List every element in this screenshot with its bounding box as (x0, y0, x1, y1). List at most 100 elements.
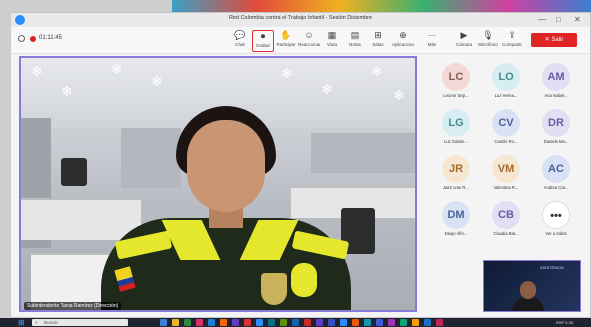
minimize-button[interactable]: — (538, 14, 546, 26)
windows-start-icon[interactable]: ⊞ (18, 318, 28, 327)
participant-tile[interactable]: AC Andrea Cat... (532, 155, 580, 195)
toolbar-microphone[interactable]: 🎙 Micrófono (477, 30, 499, 52)
app-icon[interactable] (352, 319, 359, 326)
snowflake-decoration-icon: ❄ (393, 87, 405, 103)
app-icon[interactable] (364, 319, 371, 326)
app-icon[interactable] (412, 319, 419, 326)
teams-icon[interactable] (316, 319, 323, 326)
app-icon[interactable] (244, 319, 251, 326)
participant-tile[interactable]: DR Daniela Ma... (532, 109, 580, 149)
participant-tile[interactable]: VM Valentina R... (482, 155, 530, 195)
app-icon[interactable] (184, 319, 191, 326)
office-partition (311, 133, 415, 173)
view-icon: ▦ (327, 30, 337, 40)
toolbar-rooms[interactable]: ⊞ Salas (367, 30, 389, 52)
background-banner (172, 0, 591, 12)
app-icon[interactable] (424, 319, 431, 326)
app-icon[interactable] (328, 319, 335, 326)
zoom-icon[interactable] (256, 319, 263, 326)
toolbar-camera[interactable]: ▶ Cámara (453, 30, 475, 52)
app-icon[interactable] (160, 319, 167, 326)
meeting-toolbar: 01:11:45 💬 Chat ⏺ Grabar ✋ Participar ☺ … (11, 27, 590, 54)
self-view-tile[interactable]: ASISTENCIA (483, 260, 581, 312)
toolbar-record[interactable]: ⏺ Grabar (252, 30, 274, 52)
window-title: Red Colombia contra el Trabajo Infantil … (228, 15, 373, 21)
participant-tile[interactable]: AM Ana Isabel... (532, 63, 580, 103)
app-icon[interactable] (232, 319, 239, 326)
toolbar-share[interactable]: ⇪ Compartir (501, 30, 523, 52)
excel-icon[interactable] (280, 319, 287, 326)
avatar: CV (492, 109, 520, 137)
see-all-participants-button[interactable]: ••• Ver a todos (532, 201, 580, 241)
app-icon[interactable] (196, 319, 203, 326)
taskbar-search-input[interactable]: ⌕ Buscar (32, 319, 128, 326)
main-video-tile[interactable]: ❄ ❄ ❄ ❄ ❄ ❄ ❄ ❄ Subintendente Tania Ramí… (19, 56, 417, 312)
toolbar-reactions[interactable]: ☺ Reaccionar (298, 30, 320, 52)
notes-icon: ▤ (350, 30, 360, 40)
toolbar-more[interactable]: ⋯ Más (421, 30, 443, 52)
app-icon[interactable] (268, 319, 275, 326)
maximize-button[interactable]: □ (556, 14, 561, 26)
participant-tile[interactable]: JR Jairo Ivan R... (432, 155, 480, 195)
taskbar-clock: RSP 5:35 (556, 320, 574, 325)
folder-icon[interactable] (172, 319, 179, 326)
office-partition (121, 128, 181, 188)
record-icon: ⏺ (260, 31, 266, 41)
participant-tile[interactable]: LO Luz Herna... (482, 63, 530, 103)
participant-tile[interactable]: DM Diego Alfo... (432, 201, 480, 241)
snowflake-decoration-icon: ❄ (61, 83, 73, 99)
powerpoint-icon[interactable] (304, 319, 311, 326)
toolbar-apps[interactable]: ⊕ Aplicaciones (392, 30, 414, 52)
toolbar-participate[interactable]: ✋ Participar (275, 30, 297, 52)
police-badge (261, 273, 287, 305)
search-icon: ⌕ (35, 320, 38, 325)
chat-icon: 💬 (234, 30, 246, 40)
recording-indicator-icon (30, 36, 36, 42)
avatar: LC (442, 63, 470, 91)
participant-tile[interactable]: LG Luz Gabrie... (432, 109, 480, 149)
microphone-icon: 🎙 (482, 30, 494, 40)
toolbar-view[interactable]: ▦ Vista (321, 30, 343, 52)
toolbar-notes[interactable]: ▤ Notas (344, 30, 366, 52)
raise-hand-icon: ✋ (280, 30, 292, 40)
apps-icon: ⊕ (399, 30, 407, 40)
avatar: AC (542, 155, 570, 183)
app-icon[interactable] (400, 319, 407, 326)
meeting-window: Red Colombia contra el Trabajo Infantil … (10, 12, 591, 318)
meeting-timer: 01:11:45 (39, 35, 62, 41)
self-view-body (512, 297, 544, 311)
app-icon[interactable] (388, 319, 395, 326)
avatar: DM (442, 201, 470, 229)
avatar: LG (442, 109, 470, 137)
office-desk (21, 198, 141, 240)
speaker-name-label: Subintendente Tania Ramírez (Dirección) (24, 302, 122, 310)
uniform-patch (291, 263, 317, 297)
word-icon[interactable] (292, 319, 299, 326)
rooms-icon: ⊞ (374, 30, 382, 40)
reaction-icon: ☺ (304, 30, 314, 40)
office-chair (61, 158, 87, 186)
toolbar-chat[interactable]: 💬 Chat (229, 30, 251, 52)
participant-tile[interactable]: CB Claudia Bar... (482, 201, 530, 241)
camera-icon: ▶ (460, 30, 468, 40)
mini-logo-text: ASISTENCIA (540, 265, 564, 270)
speaker-face (187, 120, 265, 212)
snowflake-decoration-icon: ❄ (111, 61, 123, 77)
more-icon: ⋯ (427, 30, 437, 40)
app-icon[interactable] (340, 319, 347, 326)
leave-meeting-button[interactable]: ✕ Salir (531, 33, 577, 47)
avatar: LO (492, 63, 520, 91)
participant-tile[interactable]: CV Camilo Ro... (482, 109, 530, 149)
close-window-button[interactable]: ✕ (574, 14, 581, 26)
browser-icon[interactable] (208, 319, 215, 326)
app-icon[interactable] (436, 319, 443, 326)
avatar: JR (442, 155, 470, 183)
avatar: CB (492, 201, 520, 229)
meeting-info-icon[interactable] (18, 35, 25, 42)
app-icon[interactable] (376, 319, 383, 326)
speaker-uniform (101, 218, 351, 310)
participant-tile[interactable]: LC Leonor Sep... (432, 63, 480, 103)
app-icon[interactable] (220, 319, 227, 326)
avatar: VM (492, 155, 520, 183)
share-icon: ⇪ (508, 30, 516, 40)
